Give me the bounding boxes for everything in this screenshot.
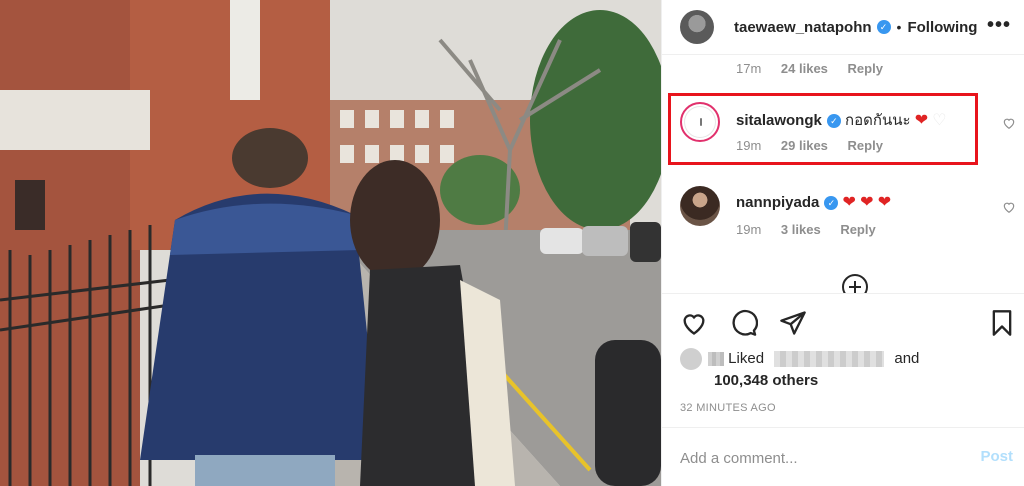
heart-icon[interactable]: [680, 309, 708, 337]
comment-body: กอดกันนะ: [845, 112, 911, 129]
post-timestamp[interactable]: 32 MINUTES AGO: [680, 402, 776, 414]
verified-badge-icon: ✓: [826, 114, 841, 129]
paper-plane-icon[interactable]: [779, 309, 807, 337]
reply-button[interactable]: Reply: [848, 138, 883, 153]
liker-avatar[interactable]: [680, 348, 702, 370]
comment-text: nannpiyada ✓ ❤ ❤ ❤: [736, 192, 891, 211]
red-heart-emoji-icon: ❤: [877, 192, 892, 211]
red-heart-emoji-icon: ❤: [860, 192, 874, 211]
comment-time: 17m: [736, 61, 762, 76]
liked-word: Liked: [728, 349, 765, 367]
bookmark-icon[interactable]: [988, 309, 1016, 337]
comment-meta: 19m 3 likes Reply: [736, 222, 892, 237]
load-more-comments-icon[interactable]: [842, 274, 868, 293]
comment-likes[interactable]: 24 likes: [781, 61, 828, 76]
add-comment-bar: Post: [662, 427, 1024, 486]
comment-like-heart-icon[interactable]: [1002, 116, 1016, 130]
post-photo[interactable]: [0, 0, 661, 486]
likes-count-link[interactable]: 100,348 others: [714, 372, 818, 389]
comment-like-heart-icon[interactable]: [1002, 200, 1016, 214]
blurred-avatar: [708, 352, 724, 366]
liked-by-row: Liked and: [680, 348, 919, 370]
red-heart-emoji-icon: ❤: [914, 110, 929, 129]
post-comment-button[interactable]: Post: [980, 448, 1013, 465]
reply-button[interactable]: Reply: [840, 222, 875, 237]
author-avatar[interactable]: [680, 10, 714, 44]
comment-likes[interactable]: 29 likes: [781, 138, 828, 153]
street-scene-illustration: [0, 0, 661, 486]
comment-meta-partial: 17m 24 likes Reply: [736, 61, 899, 76]
reply-button[interactable]: Reply: [848, 61, 883, 76]
post-actions: Liked and 100,348 others 32 MINUTES AGO: [662, 293, 1024, 427]
red-heart-emoji-icon: ❤: [842, 192, 856, 211]
post-header: taewaew_natapohn ✓ • Following •••: [662, 0, 1024, 55]
author-username[interactable]: taewaew_natapohn: [734, 19, 872, 36]
comment-time: 19m: [736, 222, 762, 237]
post-side-panel: taewaew_natapohn ✓ • Following ••• 17m 2…: [661, 0, 1024, 486]
commenter-avatar[interactable]: [680, 102, 720, 142]
comments-list[interactable]: 17m 24 likes Reply sitalawongk ✓ กอดกันนะ…: [662, 56, 1024, 293]
white-heart-emoji-icon: ♡: [932, 110, 947, 129]
and-word: and: [894, 349, 920, 367]
commenter-username[interactable]: sitalawongk: [736, 112, 822, 129]
following-button[interactable]: Following: [907, 19, 977, 36]
blurred-username: [774, 351, 885, 367]
commenter-avatar[interactable]: [680, 186, 720, 226]
comment-icon[interactable]: [730, 309, 758, 337]
comment-text: sitalawongk ✓ กอดกันนะ ❤ ♡: [736, 108, 947, 132]
comment-meta: 19m 29 likes Reply: [736, 138, 899, 153]
header-separator: •: [896, 19, 902, 35]
comment-time: 19m: [736, 138, 762, 153]
commenter-username[interactable]: nannpiyada: [736, 194, 819, 211]
comment-likes[interactable]: 3 likes: [781, 222, 821, 237]
verified-badge-icon: ✓: [824, 196, 839, 211]
add-comment-input[interactable]: [680, 446, 960, 470]
more-options-icon[interactable]: •••: [987, 14, 1011, 37]
verified-badge-icon: ✓: [876, 20, 891, 34]
